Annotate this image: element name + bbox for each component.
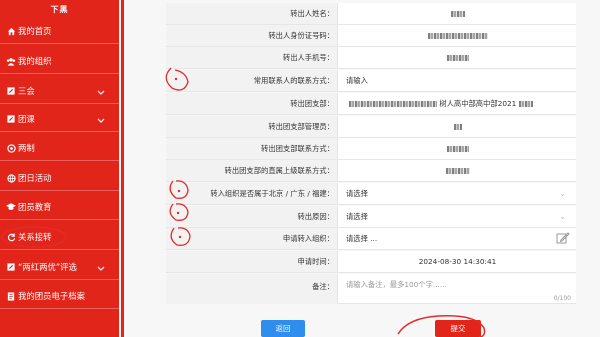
refresh-icon (6, 232, 16, 242)
form-label: 申请时间： (166, 251, 338, 272)
sidebar-item-label: 团员教育 (18, 202, 52, 212)
branch-admin-value (339, 116, 576, 137)
sidebar-item-label: 关系接转 (18, 232, 52, 242)
form-row-branch-contact: 转出团支部联系方式： (166, 138, 576, 160)
char-counter: 0/100 (553, 295, 571, 302)
back-button[interactable]: 返回 (261, 320, 305, 337)
sidebar-item-archive[interactable]: 我的团员电子档案 (0, 284, 119, 309)
masked-value (349, 101, 437, 107)
sidebar-item-home[interactable]: 我的首页 (0, 19, 119, 44)
chevron-down-icon (97, 116, 105, 126)
sender-phone-value (339, 47, 576, 68)
form-label: 转出团支部联系方式： (166, 138, 338, 159)
form-row-sender-name: 转出人姓名： (166, 3, 576, 25)
masked-value (450, 11, 465, 17)
form-label: 申请转入组织： (166, 228, 338, 249)
chevron-down-icon: ⌄ (559, 212, 566, 221)
sidebar-item-label: 我的团员电子档案 (18, 291, 85, 301)
group-icon (6, 56, 16, 66)
form-row-reason: 转出原因： 请选择 ⌄ (166, 206, 576, 228)
form-label: 转出人手机号： (166, 47, 338, 68)
masked-value (427, 33, 488, 39)
form-label: 转出原因： (166, 206, 338, 227)
home-icon (6, 26, 16, 36)
page-root: 下黑 我的首页 我的组织 三会 团课 两制 团日活动 团员教育 关系接转 “两红… (0, 0, 600, 337)
sidebar-item-education[interactable]: 团员教育 (0, 195, 119, 220)
edit-icon[interactable] (556, 232, 570, 244)
edit-square-icon (6, 114, 16, 124)
form-label: 转出团支部管理员： (166, 116, 338, 137)
sidebar-item-label: 团日活动 (18, 173, 52, 183)
branch-value: 树人高中部高中部2021 (339, 93, 576, 114)
document-icon (6, 291, 16, 301)
sidebar-item-lianghong[interactable]: “两红两优”评选 (0, 255, 119, 280)
remark-textarea[interactable]: 请输入备注，最多100个字...... 0/100 (339, 274, 576, 304)
form-label: 常用联系人的联系方式： (166, 70, 338, 91)
form-label: 备注： (166, 274, 338, 304)
submit-button[interactable]: 提交 (435, 320, 481, 337)
form-label: 转入组织是否属于北京 / 广东 / 福建： (166, 183, 338, 204)
sidebar-item-liangzhi[interactable]: 两制 (0, 136, 119, 161)
apply-time-value: 2024-08-30 14:30:41 (418, 257, 497, 266)
form-row-region: 转入组织是否属于北京 / 广东 / 福建： 请选择 ⌄ (166, 183, 576, 205)
form-label: 转出人姓名： (166, 3, 338, 24)
masked-value (518, 101, 533, 107)
sidebar-item-label: 三会 (18, 86, 35, 96)
sidebar: 下黑 我的首页 我的组织 三会 团课 两制 团日活动 团员教育 关系接转 “两红… (0, 0, 119, 337)
graduation-cap-icon (6, 202, 16, 212)
edit-square-icon (6, 86, 16, 96)
masked-value (446, 146, 469, 152)
form-row-branch-admin: 转出团支部管理员： (166, 116, 576, 138)
form-row-remark: 备注： 请输入备注，最多100个字...... 0/100 (166, 274, 576, 304)
form-row-apply-time: 申请时间： 2024-08-30 14:30:41 (166, 251, 576, 273)
sender-name-value (339, 3, 576, 24)
form-row-superior-contact: 转出团支部的直属上级联系方式： (166, 160, 576, 182)
app-logo: 下黑 (50, 5, 69, 14)
sidebar-item-tuanri[interactable]: 团日活动 (0, 166, 119, 191)
sidebar-item-transfer[interactable]: 关系接转 (0, 225, 119, 250)
sidebar-item-label: 团课 (18, 114, 35, 124)
masked-value (446, 55, 469, 61)
branch-text: 树人高中部高中部2021 (439, 99, 517, 108)
chevron-down-icon (97, 264, 105, 274)
region-select[interactable]: 请选择 ⌄ (339, 183, 576, 204)
sender-id-value (339, 25, 576, 46)
edit-square-icon (6, 262, 16, 272)
sidebar-item-label: 我的组织 (18, 56, 52, 66)
reason-select[interactable]: 请选择 ⌄ (339, 206, 576, 227)
form-row-target-org: 申请转入组织： 请选择 ... (166, 228, 576, 250)
circle-icon (6, 143, 16, 153)
sidebar-item-tuanke[interactable]: 团课 (0, 107, 119, 132)
form-row-sender-id: 转出人身份证号码： (166, 25, 576, 47)
contact-input[interactable]: 请输入 (339, 70, 576, 91)
sidebar-item-sanhui[interactable]: 三会 (0, 79, 119, 104)
sidebar-item-label: “两红两优”评选 (18, 262, 77, 272)
form-row-branch: 转出团支部： 树人高中部高中部2021 (166, 93, 576, 115)
superior-contact-value (339, 160, 576, 181)
form-label: 转出团支部： (166, 93, 338, 114)
target-org-picker[interactable]: 请选择 ... (339, 228, 576, 249)
sidebar-item-label: 两制 (18, 143, 35, 153)
masked-value (445, 168, 470, 174)
form-row-sender-phone: 转出人手机号： (166, 47, 576, 69)
chevron-down-icon: ⌄ (559, 189, 566, 198)
sidebar-item-my-organization[interactable]: 我的组织 (0, 49, 119, 74)
form-label: 转出团支部的直属上级联系方式： (166, 160, 338, 181)
sidebar-item-label: 我的首页 (18, 26, 52, 36)
branch-contact-value (339, 138, 576, 159)
form-label: 转出人身份证号码： (166, 25, 338, 46)
chevron-down-icon (97, 88, 105, 98)
masked-value (453, 124, 462, 130)
form-row-contact: 常用联系人的联系方式： 请输入 (166, 70, 576, 92)
globe-icon (6, 173, 16, 183)
